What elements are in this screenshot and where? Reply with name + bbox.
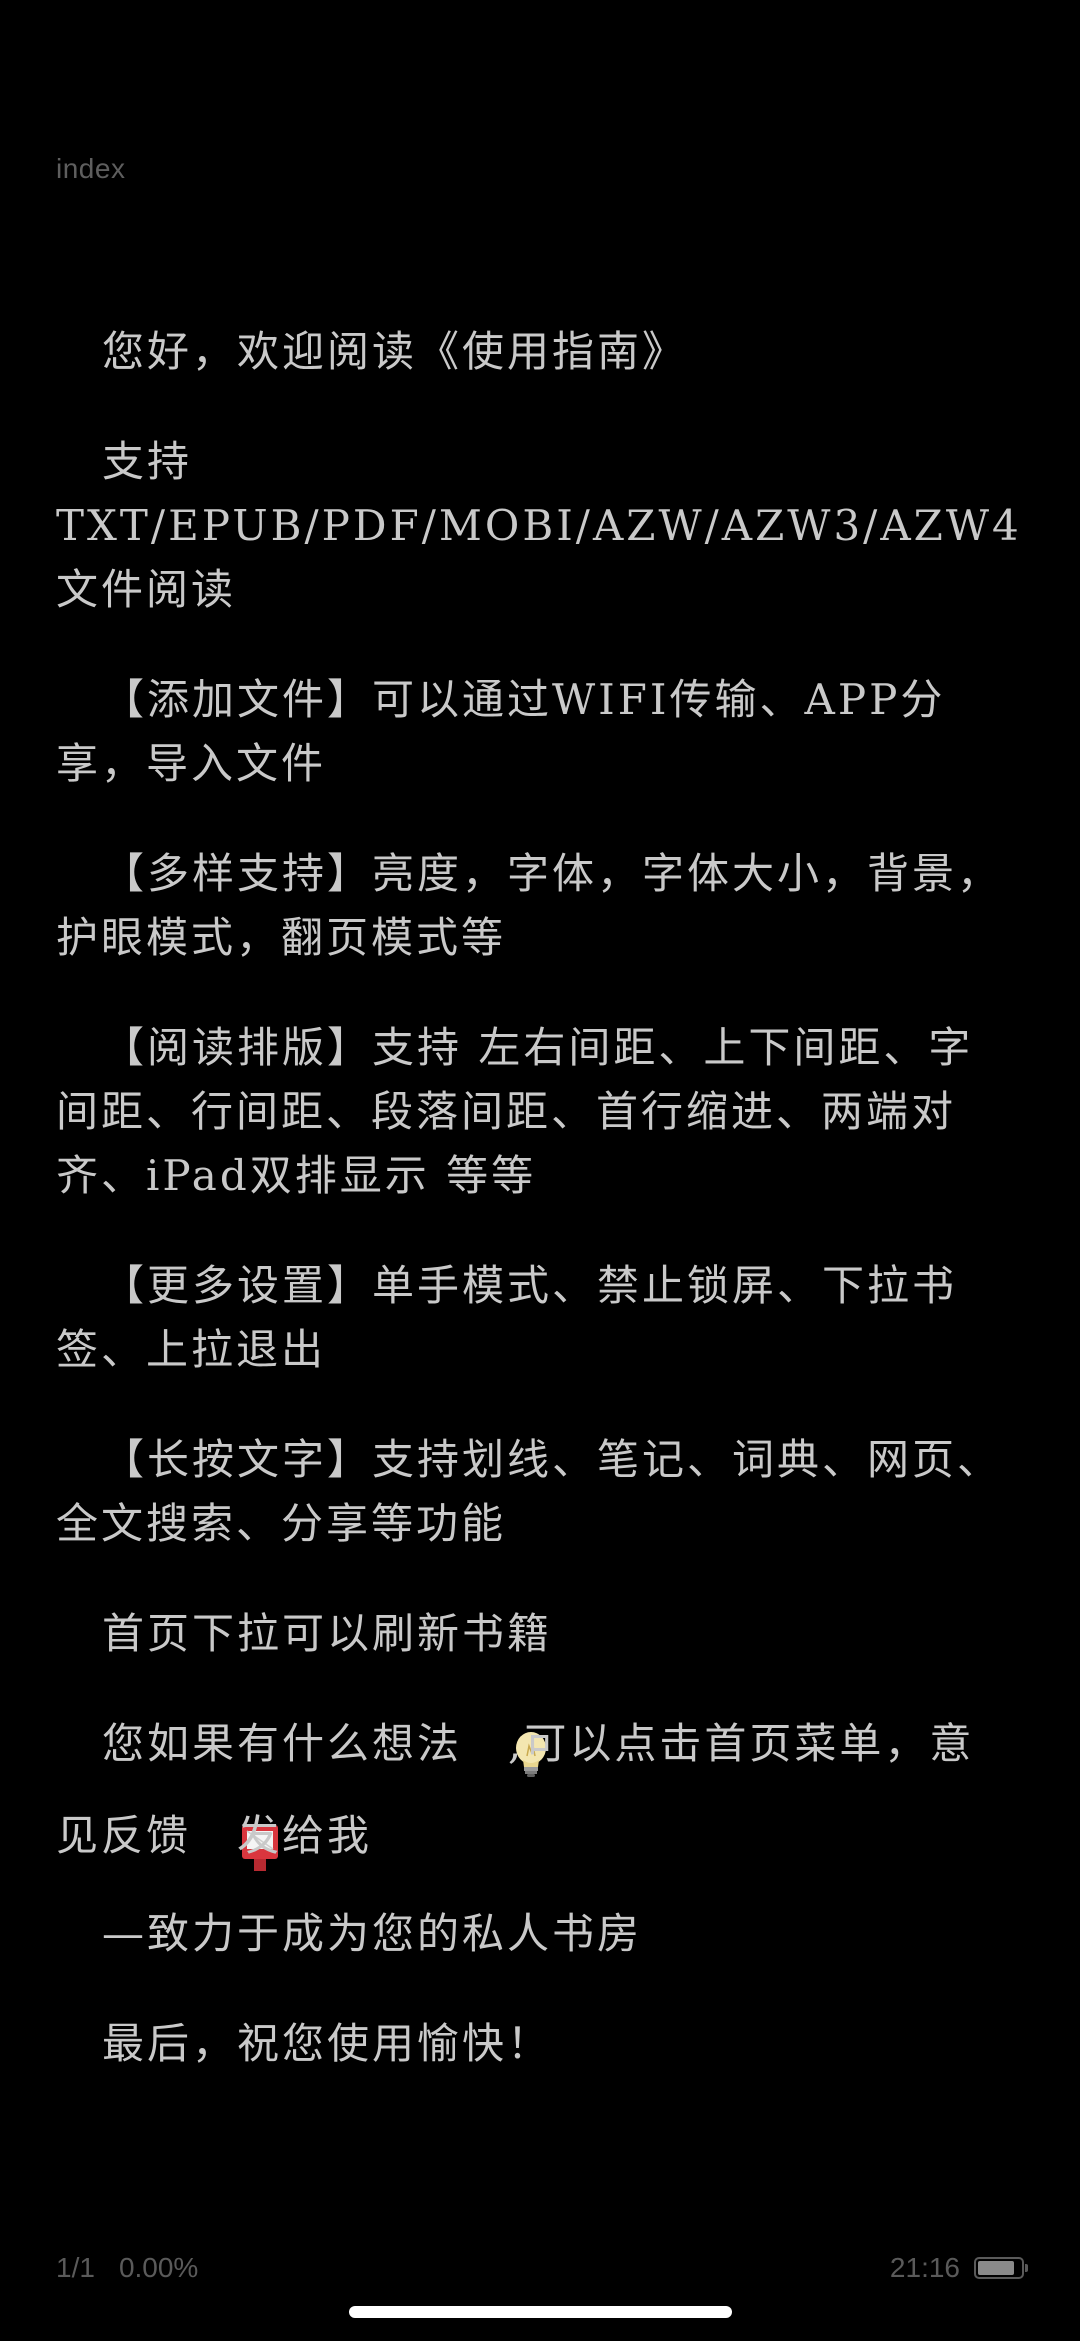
battery-icon [974, 2257, 1028, 2279]
lightbulb-icon [464, 1721, 547, 1777]
paragraph-formats: 支持 TXT/EPUB/PDF/MOBI/AZW/AZW3/AZW4 文件阅读 [56, 437, 1022, 614]
footer-left: 1/1 0.00% [56, 2252, 198, 2284]
paragraph-closing: 最后，祝您使用愉快！ [102, 2019, 553, 2068]
home-indicator[interactable] [349, 2306, 732, 2318]
paragraph-settings: 【更多设置】单手模式、禁止锁屏、下拉书签、上拉退出 [56, 1261, 958, 1374]
reading-progress: 0.00% [118, 2252, 199, 2283]
reader-footer: 1/1 0.00% 21:16 [56, 2252, 1028, 2292]
battery-level [978, 2261, 1014, 2275]
page-indicator: 1/1 [56, 2252, 95, 2283]
paragraph-long-press: 【长按文字】支持划线、笔记、词典、网页、全文搜索、分享等功能 [56, 1435, 1003, 1548]
feedback-text-1: 您如果有什么想法 [102, 1719, 463, 1768]
paragraph-refresh: 首页下拉可以刷新书籍 [102, 1609, 553, 1658]
chapter-title: index [56, 153, 126, 184]
feedback-text-3: 发给我 [237, 1811, 373, 1860]
clock-time: 21:16 [889, 2252, 960, 2283]
paragraph-tagline: —致力于成为您的私人书房 [102, 1909, 643, 1958]
footer-right: 21:16 [889, 2252, 1028, 2284]
postbox-icon [193, 1813, 279, 1871]
paragraph-greeting: 您好，欢迎阅读《使用指南》 [102, 327, 688, 376]
paragraph-feedback: 您如果有什么想法 ,可以点击首页菜单，意见反馈 发给我 [56, 1698, 1016, 1882]
paragraph-support: 【多样支持】亮度，字体，字体大小，背景，护眼模式，翻页模式等 [56, 849, 1003, 962]
paragraph-add-files: 【添加文件】可以通过WIFI传输、APP分享，导入文件 [56, 675, 946, 788]
paragraph-layout: 【阅读排版】支持 左右间距、上下间距、字间距、行间距、段落间距、首行缩进、两端对… [56, 1023, 974, 1200]
reader-content[interactable]: 您好，欢迎阅读《使用指南》 支持 TXT/EPUB/PDF/MOBI/AZW/A… [56, 320, 1022, 2122]
